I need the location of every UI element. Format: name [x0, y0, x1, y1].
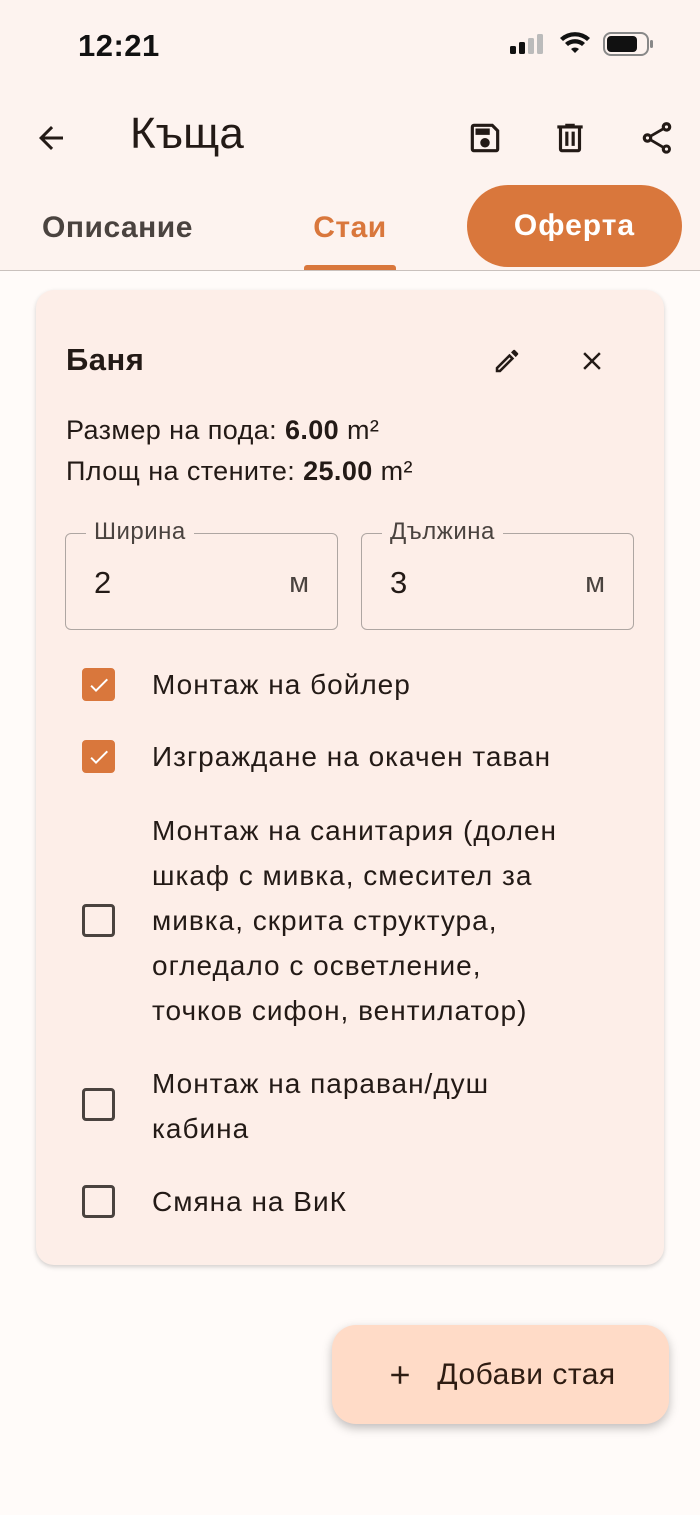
room-card: Баня Размер на пода: 6.00 m² Площ на сте…: [36, 290, 664, 1265]
checkmark-icon: [90, 750, 108, 764]
top-app-area: 12:21 Къща Описание Стаи Оферта: [0, 0, 700, 271]
page-title: Къща: [130, 109, 244, 158]
floor-area-line: Размер на пода: 6.00 m²: [66, 415, 379, 446]
delete-button[interactable]: [545, 113, 595, 163]
delete-icon: [557, 123, 583, 153]
width-label: Ширина: [86, 518, 194, 546]
signal-wifi-battery-icon: [510, 32, 653, 56]
wall-area-label: Площ на стените:: [66, 456, 296, 486]
wall-area-value: 25.00: [303, 456, 373, 486]
checkbox-unchecked[interactable]: [82, 1185, 115, 1218]
option-label: Изграждане на окачен таван: [152, 741, 552, 772]
pencil-icon: [495, 349, 519, 373]
option-shower-cabin[interactable]: Монтаж на параван/душ кабина: [82, 1061, 642, 1151]
tab-rooms[interactable]: Стаи: [300, 185, 400, 271]
back-button[interactable]: [26, 113, 76, 163]
app-bar: Къща: [0, 95, 700, 185]
floor-area-label: Размер на пода:: [66, 415, 278, 445]
status-icons: [510, 32, 660, 62]
length-label: Дължина: [382, 518, 503, 546]
remove-room-button[interactable]: [569, 338, 615, 384]
length-value: 3: [390, 565, 408, 600]
save-button[interactable]: [460, 113, 510, 163]
plus-icon: [391, 1365, 410, 1384]
wall-area-unit: m²: [380, 456, 413, 486]
add-room-label: Добави стая: [437, 1357, 616, 1391]
option-ceiling[interactable]: Изграждане на окачен таван: [82, 734, 642, 779]
tab-bar: Описание Стаи Оферта: [0, 185, 700, 271]
back-arrow-icon: [39, 126, 63, 150]
width-unit: м: [289, 567, 309, 599]
option-boiler[interactable]: Монтаж на бойлер: [82, 662, 642, 707]
checkbox-unchecked[interactable]: [82, 904, 115, 937]
tab-offer[interactable]: Оферта: [467, 185, 682, 267]
width-field[interactable]: Ширина 2 м: [65, 518, 338, 630]
close-icon: [583, 352, 601, 370]
status-bar: 12:21: [0, 0, 700, 95]
length-field[interactable]: Дължина 3 м: [361, 518, 634, 630]
floor-area-unit: m²: [347, 415, 380, 445]
add-room-button[interactable]: Добави стая: [332, 1325, 669, 1424]
wall-area-line: Площ на стените: 25.00 m²: [66, 456, 413, 487]
checkmark-icon: [90, 678, 108, 692]
option-label: Смяна на ВиК: [152, 1186, 347, 1217]
checkbox-unchecked[interactable]: [82, 1088, 115, 1121]
share-icon: [642, 122, 672, 154]
tab-description[interactable]: Описание: [30, 185, 205, 271]
tab-indicator: [304, 265, 396, 270]
checkbox-checked[interactable]: [82, 668, 115, 701]
length-unit: м: [585, 567, 605, 599]
checkbox-checked[interactable]: [82, 740, 115, 773]
option-label: Монтаж на санитария (долен шкаф с мивка,…: [152, 815, 557, 1026]
option-label: Монтаж на бойлер: [152, 669, 411, 700]
width-value: 2: [94, 565, 112, 600]
edit-room-button[interactable]: [484, 338, 530, 384]
floor-area-value: 6.00: [284, 415, 340, 445]
option-label: Монтаж на параван/душ кабина: [152, 1068, 490, 1144]
share-button[interactable]: [632, 113, 682, 163]
status-time: 12:21: [78, 28, 160, 63]
save-icon: [470, 123, 500, 153]
option-plumbing[interactable]: Смяна на ВиК: [82, 1179, 642, 1224]
option-sanitary[interactable]: Монтаж на санитария (долен шкаф с мивка,…: [82, 808, 642, 1033]
room-title: Баня: [66, 342, 145, 377]
